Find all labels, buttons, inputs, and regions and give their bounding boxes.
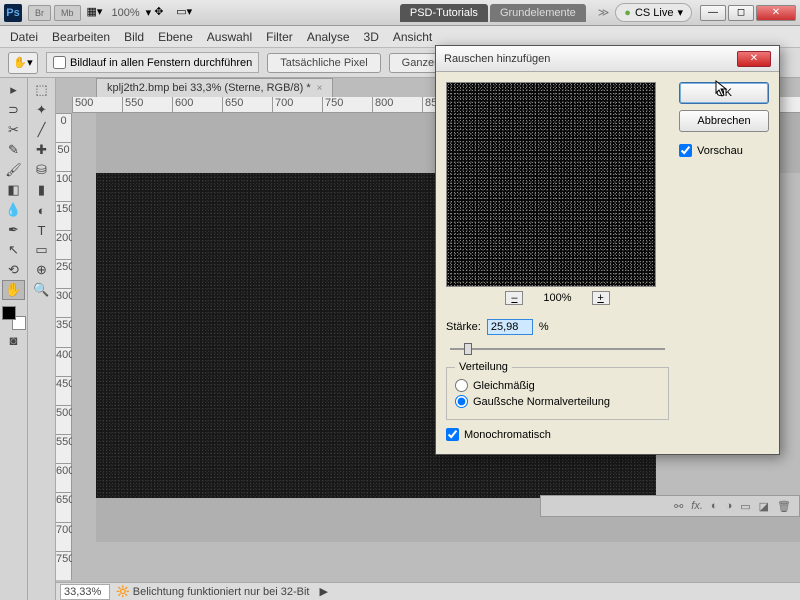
percent-label: % xyxy=(539,321,549,333)
more-workspaces[interactable]: ≫ xyxy=(598,6,610,19)
arrange-icon[interactable]: ▦▾ xyxy=(87,5,103,21)
zoom-in-button[interactable]: + xyxy=(592,291,610,305)
amount-input[interactable] xyxy=(487,319,533,335)
quickmask-tool[interactable]: ◙ xyxy=(2,330,25,350)
stamp-tool[interactable]: ⛁ xyxy=(30,160,53,180)
menu-analyse[interactable]: Analyse xyxy=(307,30,350,44)
lasso-tool[interactable]: ⊃ xyxy=(2,100,25,120)
menu-datei[interactable]: Datei xyxy=(10,30,38,44)
layers-panel-footer: ⚯ fx. ◐ ◑ ▭ ◪ 🗑 xyxy=(540,495,800,517)
eraser-tool[interactable]: ◧ xyxy=(2,180,25,200)
bridge-button[interactable]: Br xyxy=(28,5,51,21)
cancel-button[interactable]: Abbrechen xyxy=(679,110,769,132)
menu-ebene[interactable]: Ebene xyxy=(158,30,193,44)
3d-rotate-tool[interactable]: ⟲ xyxy=(2,260,25,280)
move-tool[interactable]: ▸ xyxy=(2,80,25,100)
link-icon[interactable]: ⚯ xyxy=(674,500,683,513)
cs-live-button[interactable]: CS Live ▾ xyxy=(615,3,692,22)
hand-tool[interactable]: ✋ xyxy=(2,280,25,300)
fx-icon[interactable]: fx. xyxy=(691,500,703,512)
document-tab[interactable]: kplj2th2.bmp bei 33,3% (Sterne, RGB/8) *… xyxy=(96,78,333,97)
minibridge-button[interactable]: Mb xyxy=(54,5,81,21)
workspace-tab-grundelemente[interactable]: Grundelemente xyxy=(490,4,586,22)
hand-icon[interactable]: ✥ xyxy=(154,5,170,21)
toolbox-left: ▸ ⊃ ✂ ✎ 🖌 ◧ 💧 ✒ ↖ ⟲ ✋ ◙ xyxy=(0,78,28,600)
amount-slider[interactable] xyxy=(446,341,669,357)
menu-auswahl[interactable]: Auswahl xyxy=(207,30,252,44)
menu-ansicht[interactable]: Ansicht xyxy=(393,30,432,44)
close-tab-icon[interactable]: × xyxy=(317,83,323,94)
menu-bearbeiten[interactable]: Bearbeiten xyxy=(52,30,110,44)
new-layer-icon[interactable]: ◪ xyxy=(759,500,769,513)
actual-pixels-button[interactable]: Tatsächliche Pixel xyxy=(267,53,380,73)
dialog-close-button[interactable]: ✕ xyxy=(737,51,771,67)
preview-checkbox[interactable]: Vorschau xyxy=(679,144,769,157)
zoom-level[interactable]: 100% xyxy=(106,7,146,19)
blur-tool[interactable]: 💧 xyxy=(2,200,25,220)
distribution-group: Verteilung Gleichmäßig Gaußsche Normalve… xyxy=(446,367,669,420)
maximize-button[interactable]: ◻ xyxy=(728,5,754,21)
distribution-legend: Verteilung xyxy=(455,361,512,373)
wand-tool[interactable]: ✦ xyxy=(30,100,53,120)
dialog-title: Rauschen hinzufügen xyxy=(444,53,550,65)
dialog-title-bar[interactable]: Rauschen hinzufügen ✕ xyxy=(436,46,779,72)
eyedropper-tool[interactable]: ✎ xyxy=(2,140,25,160)
mask-icon[interactable]: ◐ xyxy=(711,500,718,512)
preview-zoom: 100% xyxy=(543,292,571,304)
current-tool-hand[interactable]: ✋▾ xyxy=(8,52,38,74)
ps-logo: Ps xyxy=(4,4,22,22)
shape-tool[interactable]: ▭ xyxy=(30,240,53,260)
scroll-all-checkbox[interactable]: Bildlauf in allen Fenstern durchführen xyxy=(46,52,259,73)
noise-preview[interactable] xyxy=(446,82,656,287)
type-tool[interactable]: T xyxy=(30,220,53,240)
color-swatches[interactable] xyxy=(2,306,26,330)
pen-tool[interactable]: ✒ xyxy=(2,220,25,240)
uniform-radio[interactable]: Gleichmäßig xyxy=(455,379,660,392)
menu-3d[interactable]: 3D xyxy=(364,30,379,44)
zoom-tool[interactable]: 🔍 xyxy=(30,280,53,300)
adjust-icon[interactable]: ◑ xyxy=(726,500,733,512)
status-message: 🔆 Belichtung funktioniert nur bei 32-Bit xyxy=(116,585,309,598)
dodge-tool[interactable]: ◐ xyxy=(30,200,53,220)
status-zoom[interactable]: 33,33% xyxy=(60,584,110,600)
slice-tool[interactable]: ╱ xyxy=(30,120,53,140)
amount-label: Stärke: xyxy=(446,321,481,333)
path-tool[interactable]: ↖ xyxy=(2,240,25,260)
minimize-button[interactable]: — xyxy=(700,5,726,21)
3d-pan-tool[interactable]: ⊕ xyxy=(30,260,53,280)
zoom-out-button[interactable]: – xyxy=(505,291,523,305)
marquee-tool[interactable]: ⬚ xyxy=(30,80,53,100)
brush-tool[interactable]: 🖌 xyxy=(2,160,25,180)
ok-button[interactable]: OK xyxy=(679,82,769,104)
trash-icon[interactable]: 🗑 xyxy=(777,500,791,513)
ruler-vertical: 0501001502002503003504004505005506006507… xyxy=(56,113,72,580)
gradient-tool[interactable]: ▮ xyxy=(30,180,53,200)
folder-icon[interactable]: ▭ xyxy=(740,500,750,513)
menu-filter[interactable]: Filter xyxy=(266,30,293,44)
app-title-bar: Ps Br Mb ▦▾ 100%▾ ✥ ▭▾ PSD-Tutorials Gru… xyxy=(0,0,800,26)
heal-tool[interactable]: ✚ xyxy=(30,140,53,160)
monochromatic-checkbox[interactable]: Monochromatisch xyxy=(446,428,669,441)
gaussian-radio[interactable]: Gaußsche Normalverteilung xyxy=(455,395,660,408)
menu-bild[interactable]: Bild xyxy=(124,30,144,44)
status-bar: 33,33% 🔆 Belichtung funktioniert nur bei… xyxy=(56,582,800,600)
crop-tool[interactable]: ✂ xyxy=(2,120,25,140)
add-noise-dialog: Rauschen hinzufügen ✕ – 100% + Stärke: %… xyxy=(435,45,780,455)
close-button[interactable]: ✕ xyxy=(756,5,796,21)
workspace-tab-tutorials[interactable]: PSD-Tutorials xyxy=(400,4,488,22)
screen-mode-icon[interactable]: ▭▾ xyxy=(176,5,192,21)
toolbox-right: ⬚ ✦ ╱ ✚ ⛁ ▮ ◐ T ▭ ⊕ 🔍 xyxy=(28,78,56,600)
